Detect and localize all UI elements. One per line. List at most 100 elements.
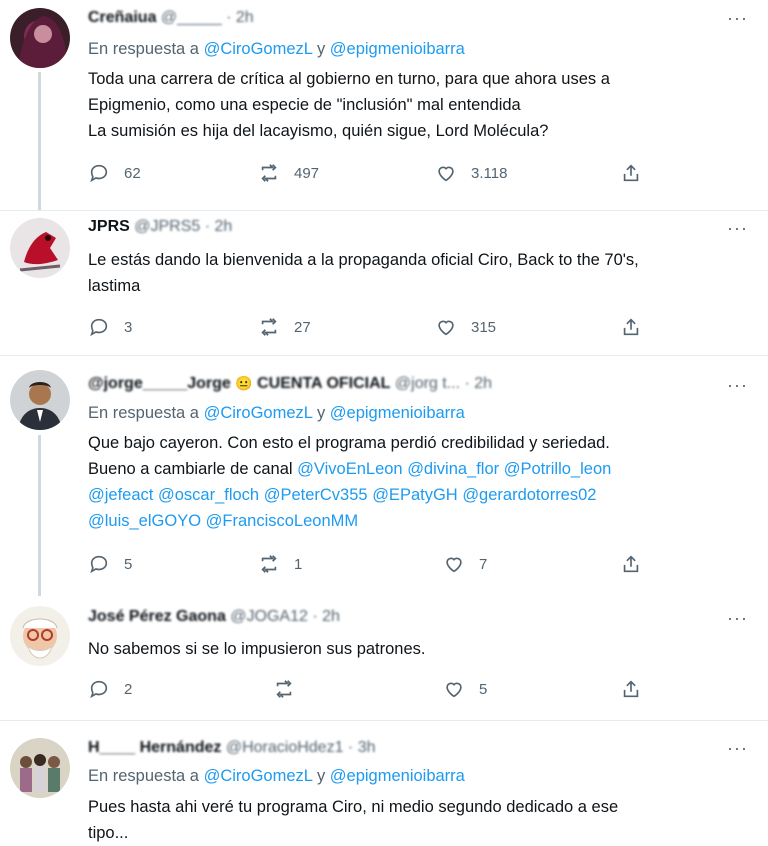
reply-button[interactable]: 5 (88, 553, 132, 575)
mention-link[interactable]: @divina_flor (407, 460, 499, 478)
reply-button[interactable]: 3 (88, 316, 132, 338)
mention-link[interactable]: @jefeact (88, 486, 153, 504)
mention-link[interactable]: @epigmenioibarra (330, 767, 465, 785)
avatar[interactable] (10, 218, 70, 278)
tweet-header: H____ Hernández @HoracioHdez1 · 3h (88, 739, 375, 757)
tweet-line: lastima (88, 277, 141, 295)
tweet-text: No sabemos si se lo impusieron sus patro… (88, 636, 748, 662)
reply-count: 3 (124, 318, 133, 336)
reply-join: y (316, 40, 326, 58)
display-name[interactable]: Creñaiua (88, 9, 156, 26)
more-icon[interactable]: ··· (727, 738, 748, 759)
mention-link[interactable]: @Potrillo_leon (504, 460, 612, 478)
action-bar: 62 497 3.118 (88, 162, 648, 186)
reply-context: En respuesta a @CiroGomezL y @epigmenioi… (88, 767, 465, 786)
display-name[interactable]: José Pérez Gaona (88, 608, 226, 625)
tweet-line: Pues hasta ahi veré tu programa Ciro, ni… (88, 798, 619, 816)
handle[interactable]: @_____ · 2h (161, 9, 254, 26)
mention-link[interactable]: @CiroGomezL (204, 404, 313, 422)
retweet-button[interactable] (273, 678, 309, 700)
retweet-count: 1 (294, 555, 303, 573)
tweet-line: La sumisión es hija del lacayismo, quién… (88, 122, 549, 140)
share-button[interactable] (620, 316, 642, 338)
like-button[interactable]: 3.118 (435, 162, 507, 184)
tweet-line: tipo... (88, 824, 129, 842)
mention-link[interactable]: @VivoEnLeon (297, 460, 402, 478)
share-button[interactable] (620, 162, 642, 184)
like-button[interactable]: 315 (435, 316, 496, 338)
tweet-line: @jefeact @oscar_floch @PeterCv355 @EPaty… (88, 482, 748, 508)
thread-line (38, 435, 41, 596)
display-name[interactable]: H____ Hernández (88, 739, 221, 756)
avatar[interactable] (10, 8, 70, 68)
reply-prefix: En respuesta a (88, 404, 199, 422)
retweet-count: 497 (294, 164, 320, 182)
like-count: 5 (479, 680, 488, 698)
like-count: 7 (479, 555, 488, 573)
mention-link[interactable]: @epigmenioibarra (330, 40, 465, 58)
mention-link[interactable]: @CiroGomezL (204, 767, 313, 785)
retweet-icon (261, 555, 277, 573)
heart-icon (438, 166, 454, 182)
mention-link[interactable]: @EPatyGH (372, 486, 458, 504)
reply-icon (90, 680, 108, 699)
tweet-text: Pues hasta ahi veré tu programa Ciro, ni… (88, 794, 748, 846)
tweet-line: Le estás dando la bienvenida a la propag… (88, 251, 639, 269)
reply-feed: Creñaiua @_____ · 2h ··· En respuesta a … (0, 0, 768, 842)
mention-link[interactable]: @CiroGomezL (204, 40, 313, 58)
action-bar: 2 5 (88, 678, 648, 702)
reply-button[interactable]: 62 (88, 162, 141, 184)
mention-link[interactable]: @FranciscoLeonMM (206, 512, 358, 530)
reply-context: En respuesta a @CiroGomezL y @epigmenioi… (88, 404, 465, 423)
mention-link[interactable]: @gerardotorres02 (462, 486, 596, 504)
more-icon[interactable]: ··· (727, 608, 748, 629)
handle[interactable]: @jorg t... · 2h (395, 375, 492, 392)
reply-icon (90, 318, 108, 337)
retweet-button[interactable]: 27 (258, 316, 311, 338)
reply-join: y (316, 767, 326, 785)
mention-link[interactable]: @PeterCv355 (264, 486, 368, 504)
tweet-line-text: Bueno a cambiarle de canal (88, 460, 293, 478)
share-button[interactable] (620, 678, 642, 700)
tweet-line: @luis_elGOYO @FranciscoLeonMM (88, 508, 748, 534)
like-button[interactable]: 7 (443, 553, 487, 575)
handle[interactable]: @JPRS5 · 2h (134, 218, 232, 235)
tweet[interactable]: José Pérez Gaona @JOGA12 · 2h ··· No sab… (0, 596, 768, 720)
display-name[interactable]: JPRS (88, 218, 130, 235)
verified-badge: 😐 (235, 375, 253, 391)
handle[interactable]: @HoracioHdez1 · 3h (226, 739, 376, 756)
retweet-button[interactable]: 497 (258, 162, 319, 184)
reply-button[interactable]: 2 (88, 678, 132, 700)
retweet-button[interactable]: 1 (258, 553, 302, 575)
more-icon[interactable]: ··· (727, 375, 748, 396)
more-icon[interactable]: ··· (727, 8, 748, 29)
retweet-count: 27 (294, 318, 311, 336)
share-icon (623, 164, 639, 182)
tweet-text: Toda una carrera de crítica al gobierno … (88, 66, 748, 144)
avatar[interactable] (10, 606, 70, 666)
mention-link[interactable]: @oscar_floch (158, 486, 259, 504)
action-bar: 5 1 7 (88, 553, 648, 577)
reply-icon (90, 164, 108, 183)
tweet-line: Epigmenio, como una especie de "inclusió… (88, 96, 521, 114)
heart-icon (446, 682, 462, 698)
tweet-line: Que bajo cayeron. Con esto el programa p… (88, 434, 610, 452)
mention-link[interactable]: @luis_elGOYO (88, 512, 201, 530)
tweet[interactable]: @jorge_____Jorge 😐 CUENTA OFICIAL @jorg … (0, 355, 768, 596)
tweet[interactable]: JPRS @JPRS5 · 2h ··· Le estás dando la b… (0, 210, 768, 355)
reply-count: 2 (124, 680, 133, 698)
reply-count: 5 (124, 555, 133, 573)
tweet[interactable]: H____ Hernández @HoracioHdez1 · 3h ··· E… (0, 720, 768, 842)
mention-link[interactable]: @epigmenioibarra (330, 404, 465, 422)
tweet-header: Creñaiua @_____ · 2h (88, 9, 254, 27)
reply-context: En respuesta a @CiroGomezL y @epigmenioi… (88, 40, 465, 59)
handle[interactable]: @JOGA12 · 2h (230, 608, 340, 625)
like-button[interactable]: 5 (443, 678, 487, 700)
tweet-header: @jorge_____Jorge 😐 CUENTA OFICIAL @jorg … (88, 375, 492, 393)
tweet[interactable]: Creñaiua @_____ · 2h ··· En respuesta a … (0, 0, 768, 210)
share-button[interactable] (620, 553, 642, 575)
more-icon[interactable]: ··· (727, 218, 748, 239)
avatar[interactable] (10, 370, 70, 430)
avatar[interactable] (10, 738, 70, 798)
display-name[interactable]: @jorge_____Jorge (88, 375, 231, 392)
